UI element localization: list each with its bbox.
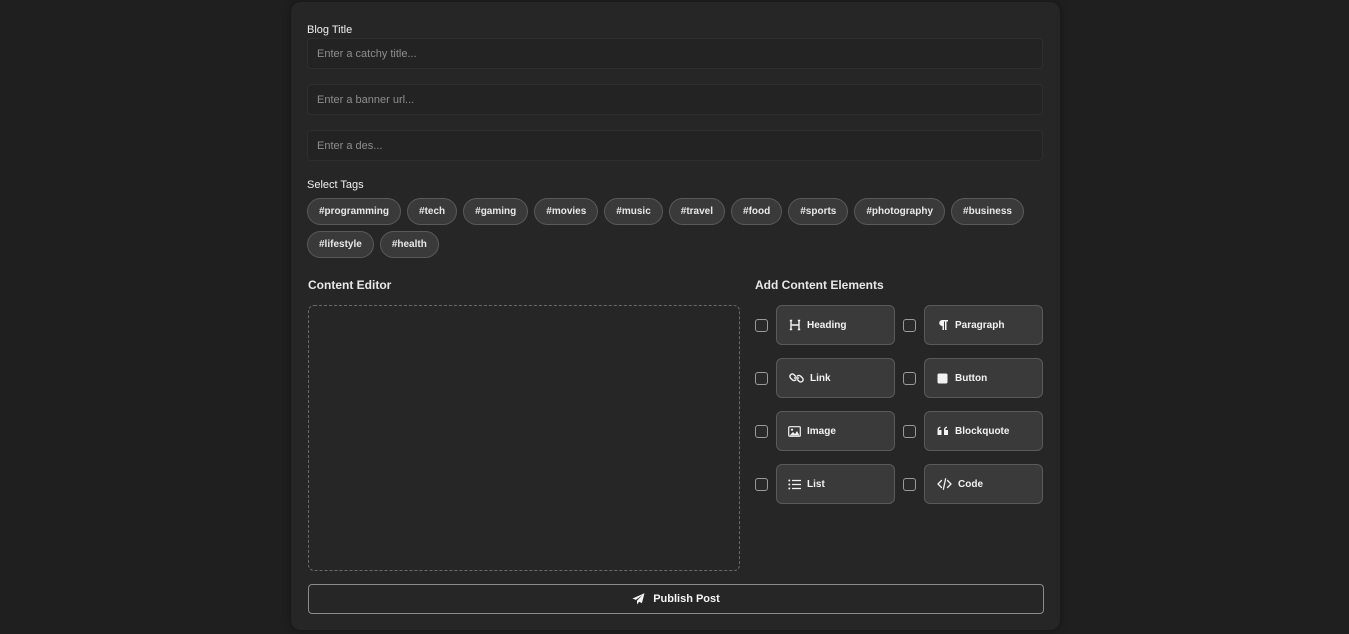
blog-title-label: Blog Title <box>307 24 353 36</box>
heading-label: Heading <box>807 319 847 331</box>
list-checkbox[interactable] <box>755 477 768 491</box>
tag-sports[interactable]: #sports <box>788 198 849 225</box>
image-label: Image <box>807 425 836 437</box>
element-list: List <box>755 464 903 504</box>
code-label: Code <box>958 478 983 490</box>
content-editor-title: Content Editor <box>308 278 392 292</box>
select-tags-label: Select Tags <box>307 179 364 191</box>
heading-button[interactable]: Heading <box>776 305 895 345</box>
add-elements-title: Add Content Elements <box>755 278 884 292</box>
publish-post-button[interactable]: Publish Post <box>308 584 1044 614</box>
tag-music[interactable]: #music <box>604 198 663 225</box>
tag-list: #programming #tech #gaming #movies #musi… <box>307 198 1047 258</box>
tag-lifestyle[interactable]: #lifestyle <box>307 231 374 258</box>
button-button[interactable]: Button <box>924 358 1043 398</box>
paragraph-label: Paragraph <box>955 319 1005 331</box>
tag-programming[interactable]: #programming <box>307 198 402 225</box>
quote-icon <box>936 425 949 438</box>
tag-gaming[interactable]: #gaming <box>463 198 529 225</box>
tag-movies[interactable]: #movies <box>534 198 599 225</box>
heading-icon <box>788 319 801 332</box>
code-icon <box>936 478 952 491</box>
tag-photography[interactable]: #photography <box>854 198 946 225</box>
element-link: Link <box>755 358 903 398</box>
link-label: Link <box>810 372 831 384</box>
element-blockquote: Blockquote <box>903 411 1045 451</box>
banner-url-input[interactable] <box>307 84 1043 115</box>
publish-label: Publish Post <box>653 593 720 605</box>
tag-health[interactable]: #health <box>379 231 439 258</box>
link-checkbox[interactable] <box>755 371 768 385</box>
title-input[interactable] <box>307 38 1043 69</box>
tag-food[interactable]: #food <box>731 198 783 225</box>
blockquote-button[interactable]: Blockquote <box>924 411 1043 451</box>
blockquote-label: Blockquote <box>955 425 1010 437</box>
code-button[interactable]: Code <box>924 464 1043 504</box>
element-heading: Heading <box>755 305 903 345</box>
element-button: Button <box>903 358 1045 398</box>
element-code: Code <box>903 464 1045 504</box>
element-image: Image <box>755 411 903 451</box>
blog-editor-card: Blog Title Select Tags #programming #tec… <box>291 2 1060 630</box>
blockquote-checkbox[interactable] <box>903 424 916 438</box>
button-icon <box>936 372 949 385</box>
content-elements-grid: Heading Paragraph Link Button Image Bloc… <box>755 305 1045 504</box>
code-checkbox[interactable] <box>903 477 916 491</box>
image-button[interactable]: Image <box>776 411 895 451</box>
image-icon <box>788 425 801 438</box>
tag-business[interactable]: #business <box>951 198 1024 225</box>
list-button[interactable]: List <box>776 464 895 504</box>
description-input[interactable] <box>307 130 1043 161</box>
element-paragraph: Paragraph <box>903 305 1045 345</box>
paragraph-icon <box>936 319 949 332</box>
link-icon <box>788 372 804 385</box>
content-editor-area[interactable] <box>308 305 740 571</box>
button-label: Button <box>955 372 988 384</box>
paragraph-button[interactable]: Paragraph <box>924 305 1043 345</box>
tag-tech[interactable]: #tech <box>407 198 458 225</box>
button-checkbox[interactable] <box>903 371 916 385</box>
image-checkbox[interactable] <box>755 424 768 438</box>
link-button[interactable]: Link <box>776 358 895 398</box>
tag-travel[interactable]: #travel <box>668 198 726 225</box>
heading-checkbox[interactable] <box>755 318 768 332</box>
paper-plane-icon <box>632 593 645 606</box>
list-label: List <box>807 478 825 490</box>
list-icon <box>788 478 801 491</box>
paragraph-checkbox[interactable] <box>903 318 916 332</box>
